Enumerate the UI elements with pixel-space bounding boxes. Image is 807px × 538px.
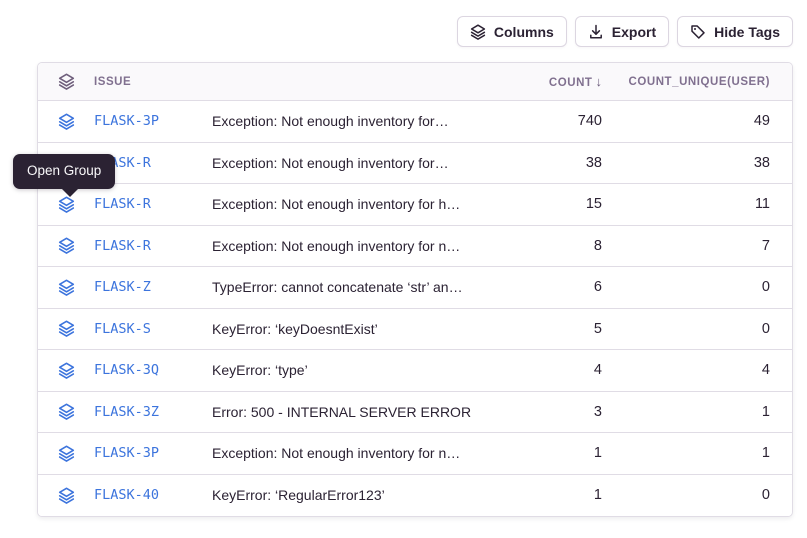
issue-link[interactable]: FLASK-S	[94, 321, 212, 337]
column-header-count-unique[interactable]: COUNT_UNIQUE(USER)	[602, 76, 770, 88]
issue-link[interactable]: FLASK-R	[94, 238, 212, 254]
issue-stack-icon[interactable]	[58, 362, 94, 379]
count-value: 8	[507, 238, 602, 254]
issue-title: Exception: Not enough inventory for n…	[212, 238, 507, 254]
export-button[interactable]: Export	[575, 16, 669, 47]
issue-stack-icon[interactable]	[58, 445, 94, 462]
issue-link[interactable]: FLASK-R	[94, 196, 212, 212]
count-unique-value: 0	[602, 487, 770, 503]
count-value: 740	[507, 113, 602, 129]
columns-button[interactable]: Columns	[457, 16, 567, 47]
issue-stack-icon[interactable]	[58, 196, 94, 213]
export-button-label: Export	[612, 24, 656, 40]
column-header-count[interactable]: COUNT↓	[507, 74, 602, 89]
table-row: FLASK-R Exception: Not enough inventory …	[38, 226, 792, 268]
issue-link[interactable]: FLASK-40	[94, 487, 212, 503]
issue-title: Exception: Not enough inventory for n…	[212, 445, 507, 461]
stack-icon	[470, 24, 486, 40]
count-unique-value: 7	[602, 238, 770, 254]
issue-link[interactable]: FLASK-3P	[94, 445, 212, 461]
table-row: FLASK-3Q KeyError: ‘type’ 4 4	[38, 350, 792, 392]
table-row: FLASK-R Exception: Not enough inventory …	[38, 184, 792, 226]
issue-stack-icon[interactable]	[58, 113, 94, 130]
count-value: 4	[507, 362, 602, 378]
issue-link[interactable]: FLASK-Z	[94, 279, 212, 295]
count-unique-value: 4	[602, 362, 770, 378]
open-group-tooltip: Open Group	[13, 154, 115, 189]
results-table: ISSUE COUNT↓ COUNT_UNIQUE(USER) FLASK-3P…	[37, 62, 793, 517]
count-unique-value: 11	[602, 196, 770, 212]
issue-title: KeyError: ‘type’	[212, 362, 507, 378]
issue-title: Error: 500 - INTERNAL SERVER ERROR	[212, 404, 507, 420]
columns-button-label: Columns	[494, 24, 554, 40]
issue-link[interactable]: FLASK-3Q	[94, 362, 212, 378]
issue-stack-icon[interactable]	[58, 487, 94, 504]
hide-tags-button[interactable]: Hide Tags	[677, 16, 793, 47]
issue-link[interactable]: FLASK-3Z	[94, 404, 212, 420]
table-row: FLASK-Z TypeError: cannot concatenate ‘s…	[38, 267, 792, 309]
count-value: 38	[507, 155, 602, 171]
count-value: 1	[507, 445, 602, 461]
issue-title: KeyError: ‘keyDoesntExist’	[212, 321, 507, 337]
count-value: 6	[507, 279, 602, 295]
column-header-issue[interactable]: ISSUE	[94, 76, 212, 88]
table-row: FLASK-S KeyError: ‘keyDoesntExist’ 5 0	[38, 309, 792, 351]
download-icon	[588, 24, 604, 40]
issues-stack-icon	[58, 73, 94, 90]
issue-link[interactable]: FLASK-3P	[94, 113, 212, 129]
issue-title: KeyError: ‘RegularError123’	[212, 487, 507, 503]
hide-tags-button-label: Hide Tags	[714, 24, 780, 40]
issue-stack-icon[interactable]	[58, 403, 94, 420]
table-row: FLASK-R Exception: Not enough inventory …	[38, 143, 792, 185]
issue-stack-icon[interactable]	[58, 320, 94, 337]
count-unique-value: 38	[602, 155, 770, 171]
tag-icon	[690, 24, 706, 40]
count-value: 5	[507, 321, 602, 337]
count-unique-value: 1	[602, 404, 770, 420]
count-unique-value: 1	[602, 445, 770, 461]
count-unique-value: 49	[602, 113, 770, 129]
table-row: FLASK-3Z Error: 500 - INTERNAL SERVER ER…	[38, 392, 792, 434]
issue-title: Exception: Not enough inventory for…	[212, 155, 507, 171]
count-unique-value: 0	[602, 321, 770, 337]
count-value: 1	[507, 487, 602, 503]
column-header-count-label: COUNT	[549, 77, 593, 89]
count-value: 3	[507, 404, 602, 420]
issue-title: TypeError: cannot concatenate ‘str’ an…	[212, 279, 507, 295]
count-value: 15	[507, 196, 602, 212]
table-row: FLASK-3P Exception: Not enough inventory…	[38, 433, 792, 475]
table-header-row: ISSUE COUNT↓ COUNT_UNIQUE(USER)	[38, 63, 792, 101]
issue-title: Exception: Not enough inventory for h…	[212, 196, 507, 212]
issue-stack-icon[interactable]	[58, 237, 94, 254]
issue-title: Exception: Not enough inventory for…	[212, 113, 507, 129]
issue-stack-icon[interactable]	[58, 279, 94, 296]
toolbar: Columns Export Hide Tags	[457, 16, 793, 47]
table-row: FLASK-3P Exception: Not enough inventory…	[38, 101, 792, 143]
table-row: FLASK-40 KeyError: ‘RegularError123’ 1 0	[38, 475, 792, 517]
count-unique-value: 0	[602, 279, 770, 295]
